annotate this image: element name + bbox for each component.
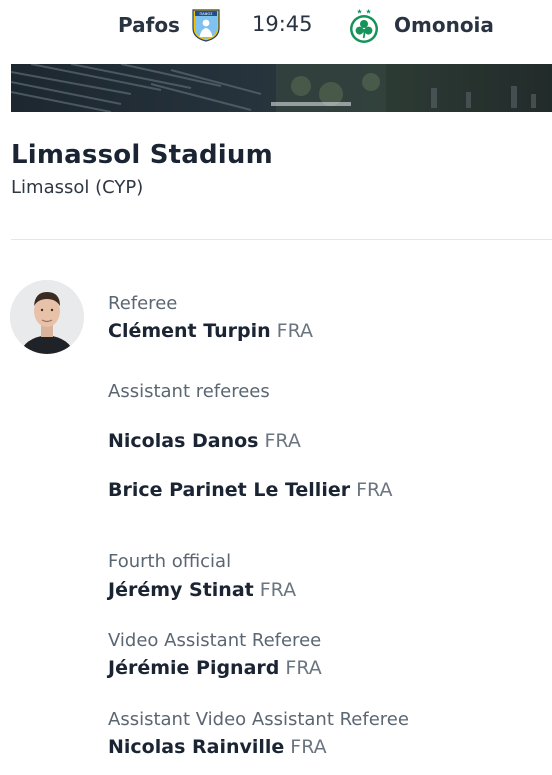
assistant-referee-nationality: FRA <box>356 479 393 501</box>
referee-name-row[interactable]: Clément Turpin FRA <box>108 320 313 342</box>
fourth-official-nationality: FRA <box>259 579 297 601</box>
home-team-name[interactable]: Pafos <box>118 13 180 37</box>
assistant-referee-nationality: FRA <box>264 430 301 452</box>
referee-avatar-image <box>10 280 84 354</box>
avar-nationality: FRA <box>290 736 327 758</box>
referee-name[interactable]: Clément Turpin <box>108 320 271 342</box>
referee-nationality: FRA <box>276 320 314 342</box>
assistant-referee-name[interactable]: Nicolas Danos <box>108 430 258 452</box>
pafos-crest-icon[interactable]: ΠΑΦΟΣ <box>191 8 221 42</box>
stadium-photo <box>11 64 552 112</box>
fourth-official-role-label: Fourth official <box>108 551 232 572</box>
fourth-official-row[interactable]: Jérémy Stinat FRA <box>108 579 296 601</box>
avar-name[interactable]: Nicolas Rainville <box>108 736 284 758</box>
var-role-label: Video Assistant Referee <box>108 630 322 651</box>
pafos-crest-text: ΠΑΦΟΣ <box>199 12 213 16</box>
away-team-name[interactable]: Omonoia <box>394 13 494 37</box>
omonoia-crest-icon[interactable] <box>348 8 380 44</box>
assistant-referee-row[interactable]: Brice Parinet Le Tellier FRA <box>108 479 392 501</box>
var-name[interactable]: Jérémie Pignard <box>108 657 279 679</box>
var-nationality: FRA <box>285 657 322 679</box>
section-divider <box>11 239 552 240</box>
referee-avatar <box>10 280 84 354</box>
stadium-photo-graphic <box>11 64 552 112</box>
stadium-name: Limassol Stadium <box>11 140 273 170</box>
avar-role-label: Assistant Video Assistant Referee <box>108 709 409 730</box>
assistant-referees-role-label: Assistant referees <box>108 381 270 402</box>
fourth-official-name[interactable]: Jérémy Stinat <box>108 579 254 601</box>
kickoff-time: 19:45 <box>252 12 313 36</box>
stadium-location: Limassol (CYP) <box>11 177 144 198</box>
referee-role-label: Referee <box>108 293 178 314</box>
var-row[interactable]: Jérémie Pignard FRA <box>108 657 322 679</box>
assistant-referee-name[interactable]: Brice Parinet Le Tellier <box>108 479 350 501</box>
assistant-referee-row[interactable]: Nicolas Danos FRA <box>108 430 301 452</box>
avar-row[interactable]: Nicolas Rainville FRA <box>108 736 327 758</box>
match-header: Pafos ΠΑΦΟΣ 19:45 Omonoia <box>0 0 552 54</box>
